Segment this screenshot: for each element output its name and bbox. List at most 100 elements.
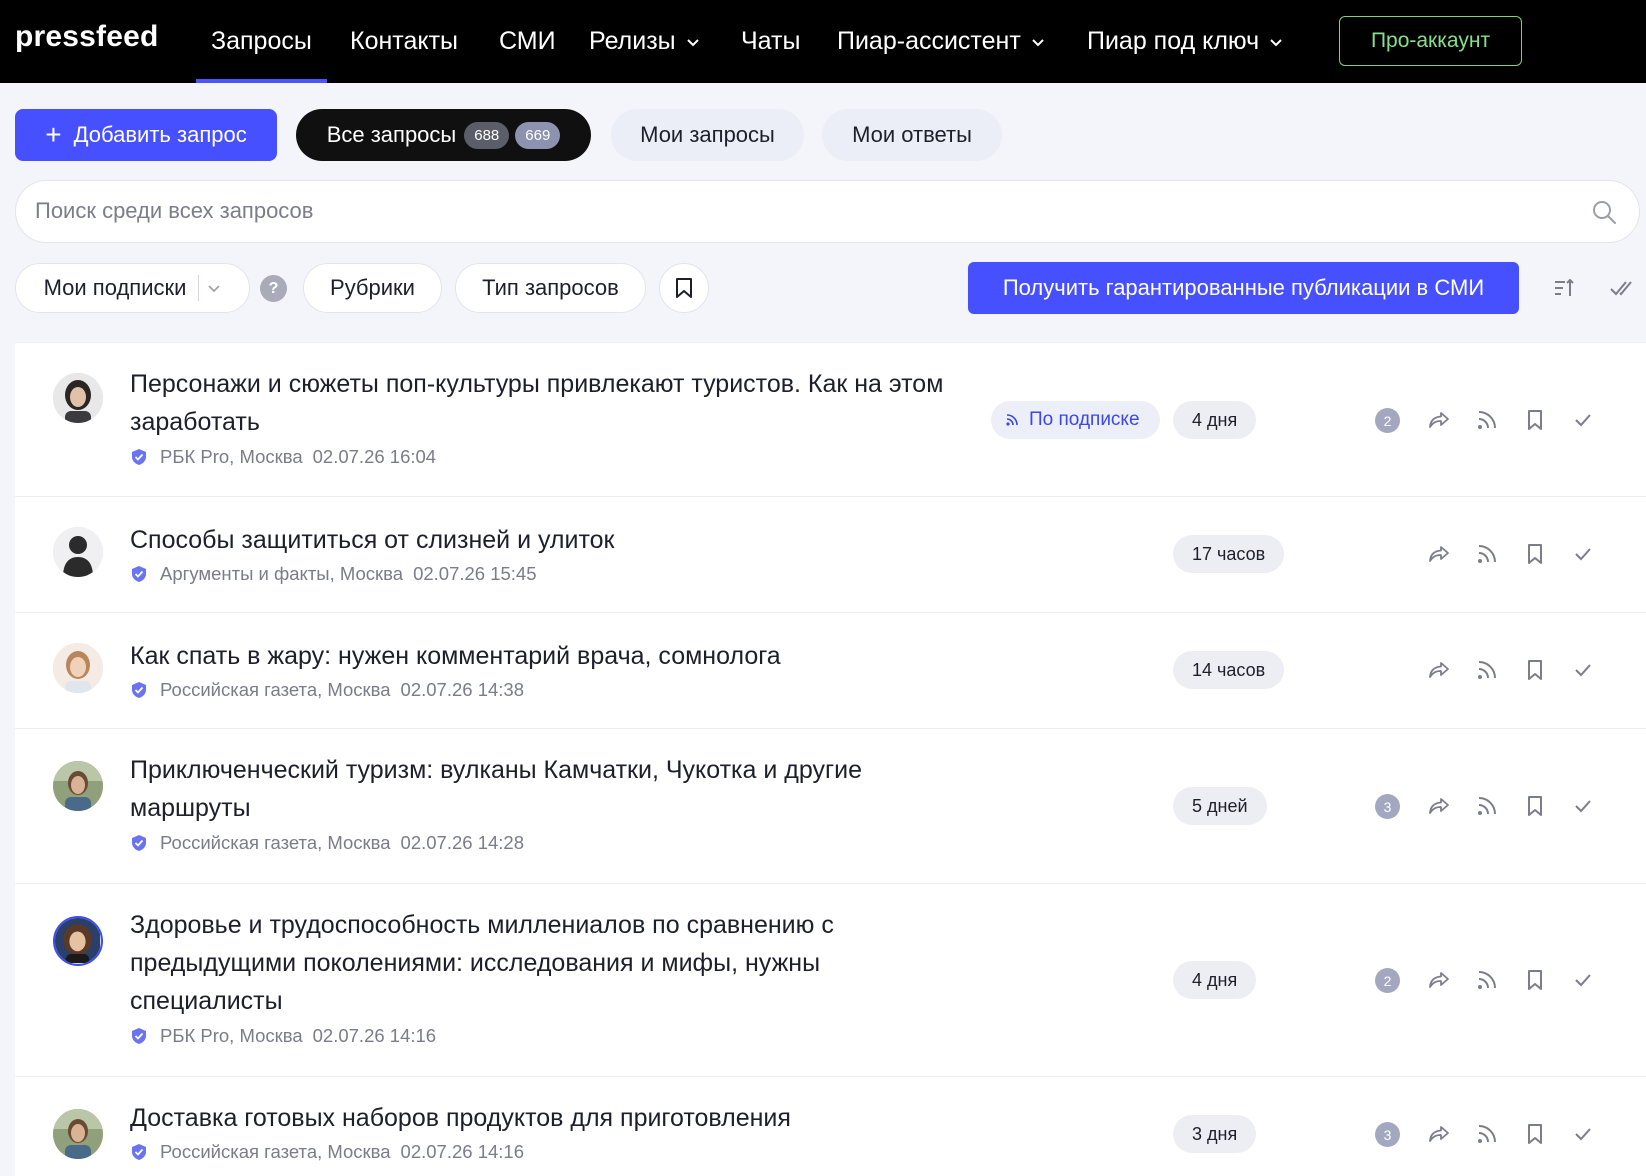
rss-icon[interactable] [1475, 968, 1499, 992]
chevron-down-icon [686, 38, 699, 46]
tab-my-requests[interactable]: Мои запросы [611, 109, 804, 161]
nav-item-chats[interactable]: Чаты [741, 0, 800, 83]
request-title[interactable]: Приключенческий туризм: вулканы Камчатки… [130, 751, 950, 827]
bookmarks-filter[interactable] [659, 263, 709, 313]
nav-item-pr-assistant[interactable]: Пиар-ассистент [837, 0, 1045, 83]
pro-account-button[interactable]: Про-аккаунт [1339, 16, 1522, 66]
check-icon[interactable] [1571, 1122, 1595, 1146]
nav-item-label: Запросы [211, 27, 312, 55]
sort-icon[interactable] [1552, 276, 1576, 300]
request-title[interactable]: Здоровье и трудоспособность миллениалов … [130, 906, 950, 1020]
avatar [53, 1109, 103, 1159]
tab-all-requests[interactable]: Все запросы 688 669 [296, 109, 591, 161]
request-row[interactable]: Способы защититься от слизней и улиток А… [15, 496, 1646, 612]
author-photo [53, 761, 103, 811]
request-meta: РБК Pro, Москва 02.07.26 16:04 [130, 446, 436, 468]
check-icon[interactable] [1571, 658, 1595, 682]
nav-item-label: Контакты [350, 27, 458, 55]
bookmark-icon[interactable] [1523, 794, 1547, 818]
request-meta: Российская газета, Москва 02.07.26 14:28 [130, 832, 524, 854]
bookmark-icon[interactable] [1523, 968, 1547, 992]
avatar [53, 643, 103, 693]
verified-shield-icon [132, 835, 146, 851]
author-photo [53, 1109, 103, 1159]
request-meta: Российская газета, Москва 02.07.26 14:16 [130, 1141, 524, 1163]
request-source: Аргументы и факты, Москва [160, 563, 404, 584]
rss-icon [1006, 414, 1018, 426]
check-icon[interactable] [1571, 542, 1595, 566]
request-source: Российская газета, Москва [160, 1141, 391, 1162]
author-photo [55, 918, 100, 964]
nav-item-label: СМИ [499, 27, 556, 55]
request-date: 02.07.26 14:28 [400, 832, 524, 853]
request-source: Российская газета, Москва [160, 679, 391, 700]
subscription-label: По подписке [1029, 409, 1140, 430]
verified-shield-icon [132, 1028, 146, 1044]
add-request-label: Добавить запрос [73, 122, 247, 147]
nav-item-label: Чаты [741, 27, 801, 55]
deadline-badge: 3 дня [1173, 1115, 1257, 1153]
rss-icon[interactable] [1475, 408, 1499, 432]
search-input[interactable] [35, 181, 1555, 241]
request-row[interactable]: Здоровье и трудоспособность миллениалов … [15, 883, 1646, 1076]
share-icon[interactable] [1427, 1122, 1451, 1146]
nav-item-turnkey-pr[interactable]: Пиар под ключ [1087, 0, 1283, 83]
nav-item-requests[interactable]: Запросы [196, 0, 327, 83]
check-icon[interactable] [1571, 408, 1595, 432]
bookmark-icon [676, 278, 692, 298]
request-row[interactable]: Доставка готовых наборов продуктов для п… [15, 1076, 1646, 1176]
request-title[interactable]: Способы защититься от слизней и улиток [130, 521, 950, 559]
deadline-badge: 4 дня [1173, 961, 1257, 999]
share-icon[interactable] [1427, 542, 1451, 566]
request-title[interactable]: Доставка готовых наборов продуктов для п… [130, 1099, 950, 1137]
request-date: 02.07.26 15:45 [413, 563, 537, 584]
search-icon[interactable] [1591, 199, 1617, 225]
check-icon[interactable] [1571, 794, 1595, 818]
rss-icon[interactable] [1475, 1122, 1499, 1146]
check-icon[interactable] [1571, 968, 1595, 992]
bookmark-icon[interactable] [1523, 658, 1547, 682]
subscriptions-filter[interactable]: Мои подписки [15, 263, 250, 313]
filter-label: Тип запросов [482, 275, 619, 300]
chevron-down-icon [1270, 38, 1282, 46]
chevron-down-icon [1032, 38, 1044, 46]
guaranteed-publications-button[interactable]: Получить гарантированные публикации в СМ… [968, 262, 1519, 314]
nav-item-media[interactable]: СМИ [499, 0, 556, 83]
request-type-filter[interactable]: Тип запросов [455, 263, 646, 313]
request-row[interactable]: Персонажи и сюжеты поп-культуры привлека… [15, 342, 1646, 496]
divider [198, 275, 200, 301]
deadline-badge: 4 дня [1173, 401, 1257, 439]
request-title[interactable]: Как спать в жару: нужен комментарий врач… [130, 637, 950, 675]
avatar [53, 916, 103, 966]
share-icon[interactable] [1427, 968, 1451, 992]
request-title[interactable]: Персонажи и сюжеты поп-культуры привлека… [130, 365, 950, 441]
search-bar [15, 180, 1640, 243]
logo[interactable]: pressfeed [15, 20, 159, 54]
rss-icon[interactable] [1475, 542, 1499, 566]
tab-label: Все запросы [326, 122, 457, 147]
bookmark-icon[interactable] [1523, 1122, 1547, 1146]
bookmark-icon[interactable] [1523, 542, 1547, 566]
request-row[interactable]: Как спать в жару: нужен комментарий врач… [15, 612, 1646, 728]
share-icon[interactable] [1427, 408, 1451, 432]
deadline-badge: 5 дней [1173, 787, 1267, 825]
bookmark-icon[interactable] [1523, 408, 1547, 432]
rss-icon[interactable] [1475, 658, 1499, 682]
deadline-badge: 14 часов [1173, 651, 1285, 689]
filter-label: Рубрики [330, 275, 415, 300]
share-icon[interactable] [1427, 658, 1451, 682]
request-row[interactable]: Приключенческий туризм: вулканы Камчатки… [15, 728, 1646, 883]
share-icon[interactable] [1427, 794, 1451, 818]
requests-count-badge: 688 [464, 121, 510, 149]
answers-count-badge: 3 [1375, 794, 1400, 819]
tab-my-answers[interactable]: Мои ответы [822, 109, 1002, 161]
nav-item-contacts[interactable]: Контакты [350, 0, 458, 83]
filter-label: Мои подписки [43, 275, 187, 300]
add-request-button[interactable]: + Добавить запрос [15, 109, 277, 161]
help-icon[interactable]: ? [260, 275, 287, 302]
rss-icon[interactable] [1475, 794, 1499, 818]
mark-all-read-icon[interactable] [1609, 276, 1633, 300]
rubrics-filter[interactable]: Рубрики [303, 263, 442, 313]
nav-item-label: Релизы [589, 27, 676, 55]
nav-item-releases[interactable]: Релизы [589, 0, 700, 83]
